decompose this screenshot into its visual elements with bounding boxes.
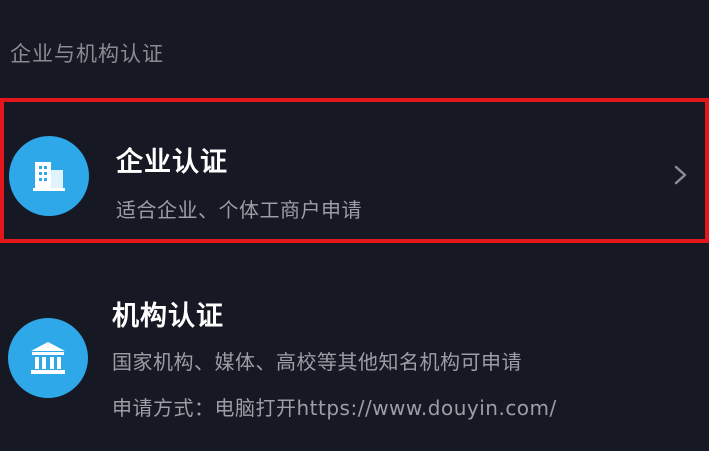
chevron-right-icon[interactable] bbox=[669, 164, 691, 186]
enterprise-avatar bbox=[9, 136, 89, 216]
institution-avatar bbox=[8, 318, 88, 398]
institution-icon bbox=[31, 342, 65, 374]
institution-title: 机构认证 bbox=[112, 301, 224, 332]
enterprise-title: 企业认证 bbox=[116, 147, 228, 178]
institution-verification-item[interactable]: 机构认证 国家机构、媒体、高校等其他知名机构可申请 申请方式：电脑打开https… bbox=[0, 268, 709, 451]
institution-description: 国家机构、媒体、高校等其他知名机构可申请 bbox=[112, 350, 522, 374]
verification-page: 企业与机构认证 企业认证 适合企业、个体工商户申请 机构认证 国家机构、媒体、高… bbox=[0, 0, 709, 451]
enterprise-description: 适合企业、个体工商户申请 bbox=[116, 198, 362, 222]
building-icon bbox=[33, 162, 65, 191]
institution-apply-method: 申请方式：电脑打开https://www.douyin.com/ bbox=[112, 396, 557, 420]
section-title: 企业与机构认证 bbox=[10, 42, 164, 66]
enterprise-verification-item[interactable]: 企业认证 适合企业、个体工商户申请 bbox=[0, 98, 709, 243]
